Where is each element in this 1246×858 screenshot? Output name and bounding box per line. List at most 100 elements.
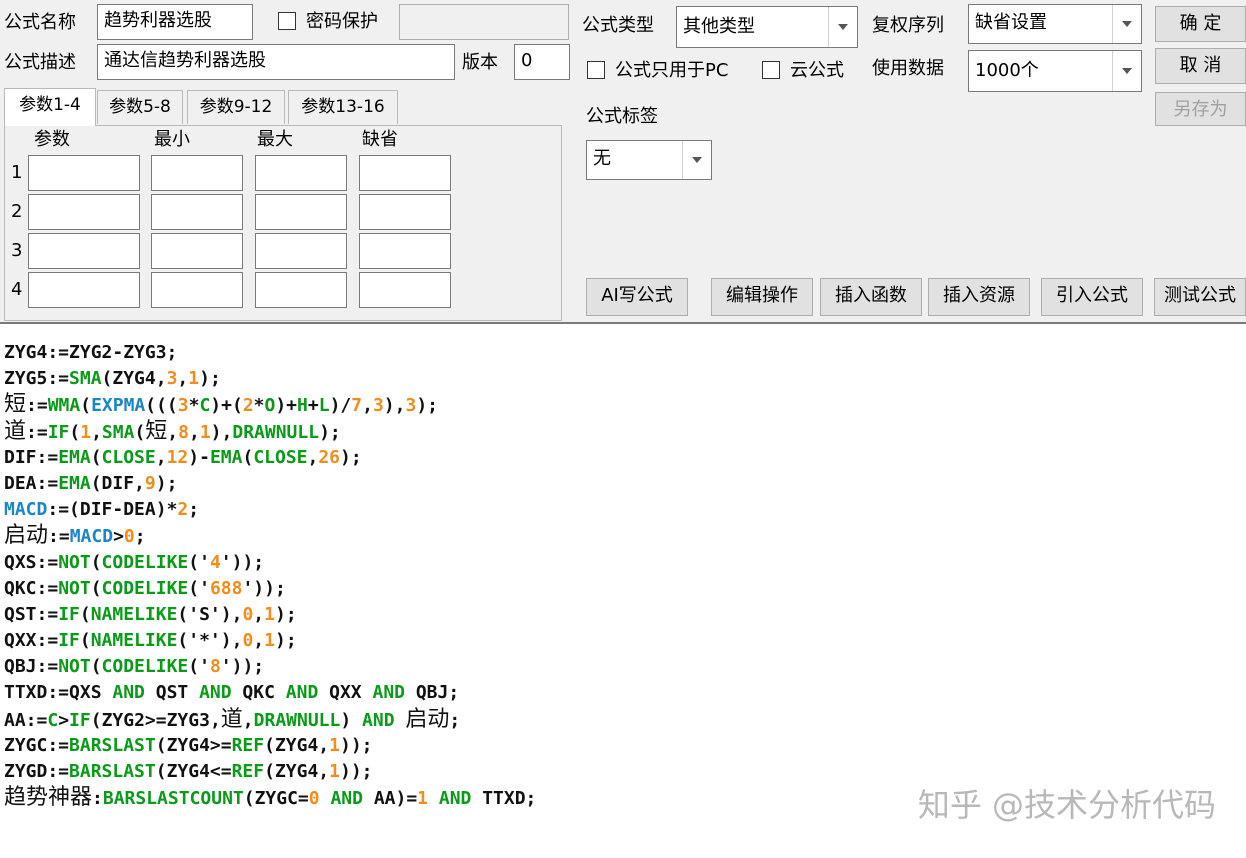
code-token: , <box>253 603 265 625</box>
ai-write-button[interactable]: AI写公式 <box>586 278 688 316</box>
watermark: 知乎 @技术分析代码 <box>917 786 1216 824</box>
param-row-number: 2 <box>11 201 23 222</box>
chevron-down-icon <box>828 7 857 47</box>
formula-name-input[interactable]: 趋势利器选股 <box>97 4 253 40</box>
code-token: > <box>58 709 70 731</box>
param-name-4[interactable] <box>28 272 140 308</box>
param-min-2[interactable] <box>151 194 243 230</box>
code-token: , <box>188 421 200 443</box>
code-token: AND <box>285 682 319 704</box>
code-token: TTXD; <box>471 788 537 810</box>
code-token: 7 <box>351 395 363 417</box>
rights-label: 复权序列 <box>872 15 944 36</box>
code-line: MACD:=(DIF-DEA)*2; <box>4 497 536 523</box>
code-token: SMA <box>69 368 102 390</box>
code-token: 0 <box>242 603 254 625</box>
tab-params-1-4[interactable]: 参数1-4 <box>4 88 96 126</box>
param-max-3[interactable] <box>255 233 347 269</box>
param-max-1[interactable] <box>255 155 347 191</box>
code-token: , <box>253 630 265 652</box>
code-token: (' <box>188 577 210 599</box>
password-checkbox[interactable] <box>278 12 296 30</box>
param-default-2[interactable] <box>359 194 451 230</box>
code-token: 3 <box>166 368 178 390</box>
code-token: IF <box>58 603 80 625</box>
code-token: + <box>307 395 319 417</box>
code-token: * <box>188 395 200 417</box>
param-max-2[interactable] <box>255 194 347 230</box>
password-label: 密码保护 <box>306 11 378 32</box>
code-token: ZYG5:= <box>4 368 70 390</box>
param-min-4[interactable] <box>151 272 243 308</box>
edit-ops-button[interactable]: 编辑操作 <box>711 278 813 316</box>
code-token: AND <box>199 682 232 704</box>
param-default-4[interactable] <box>359 272 451 308</box>
param-default-3[interactable] <box>359 233 451 269</box>
code-token: ')); <box>220 551 265 573</box>
code-editor[interactable]: ZYG4:=ZYG2-ZYG3; ZYG5:=SMA(ZYG4,3,1); 短:=W… <box>0 322 1246 858</box>
version-input[interactable]: 0 <box>514 44 570 80</box>
code-token: QXX:= <box>4 630 59 652</box>
code-token: )+( <box>210 395 243 417</box>
tag-select[interactable]: 无 <box>586 140 712 180</box>
code-token: , <box>155 446 167 468</box>
use-data-select[interactable]: 1000个 <box>968 50 1142 92</box>
code-token: REF <box>231 761 265 782</box>
tab-params-5-8[interactable]: 参数5-8 <box>97 90 183 124</box>
tab-params-9-12[interactable]: 参数9-12 <box>187 90 285 124</box>
code-token: 1 <box>80 421 92 443</box>
code-token: ( <box>79 630 91 652</box>
save-as-button[interactable]: 另存为 <box>1155 92 1246 126</box>
tag-label: 公式标签 <box>586 106 658 127</box>
code-token: ( <box>79 603 91 625</box>
formula-type-select[interactable]: 其他类型 <box>676 6 858 48</box>
chevron-down-icon <box>1112 51 1141 91</box>
test-formula-button[interactable]: 测试公式 <box>1154 278 1246 316</box>
code-line: ZYG4:=ZYG2-ZYG3; <box>4 340 536 366</box>
code-token: DEA:= <box>4 472 59 494</box>
param-min-1[interactable] <box>151 155 243 191</box>
param-min-3[interactable] <box>151 233 243 269</box>
cancel-button[interactable]: 取 消 <box>1155 48 1246 84</box>
code-line: ZYGD:=BARSLAST(ZYG4<=REF(ZYG4,1)); <box>4 759 536 785</box>
cloud-checkbox[interactable] <box>762 61 780 79</box>
ok-button[interactable]: 确 定 <box>1155 6 1246 42</box>
password-input[interactable] <box>399 4 569 40</box>
code-token: MACD <box>4 499 48 521</box>
tab-params-13-16[interactable]: 参数13-16 <box>288 90 398 124</box>
code-token: AND <box>330 788 363 810</box>
code-token: CODELIKE <box>101 656 189 678</box>
code-token: 12 <box>166 446 189 468</box>
formula-desc-input[interactable]: 通达信趋势利器选股 <box>97 44 455 80</box>
code-token: ( <box>90 577 102 599</box>
pc-only-checkbox[interactable] <box>587 61 605 79</box>
code-token: ('S'), <box>177 603 243 625</box>
insert-function-button[interactable]: 插入函数 <box>820 278 922 316</box>
rights-value: 缺省设置 <box>975 12 1047 33</box>
code-token: NOT <box>58 551 91 573</box>
code-token: C <box>199 395 211 417</box>
code-token: 1 <box>188 368 200 390</box>
code-token: EMA <box>209 446 243 468</box>
code-line: DEA:=EMA(DIF,9); <box>4 471 536 497</box>
formula-name-label: 公式名称 <box>4 12 76 33</box>
param-name-1[interactable] <box>28 155 140 191</box>
param-name-3[interactable] <box>28 233 140 269</box>
import-formula-button[interactable]: 引入公式 <box>1041 278 1143 316</box>
code-token: BARSLAST <box>69 734 156 756</box>
code-token: (ZYGC= <box>243 788 309 810</box>
code-token: MACD <box>69 526 114 548</box>
param-name-2[interactable] <box>28 194 140 230</box>
param-max-4[interactable] <box>255 272 347 308</box>
version-label: 版本 <box>462 52 498 73</box>
code-token: )- <box>188 446 210 468</box>
param-col-header: 缺省 <box>362 129 398 150</box>
param-default-1[interactable] <box>359 155 451 191</box>
insert-resource-button[interactable]: 插入资源 <box>928 278 1030 316</box>
code-line: TTXD:=QXS AND QST AND QKC AND QXX AND QB… <box>4 680 536 706</box>
code-token: ); <box>155 472 178 494</box>
rights-select[interactable]: 缺省设置 <box>968 4 1142 44</box>
code-token: 1 <box>329 734 340 756</box>
code-token: CLOSE <box>101 446 156 468</box>
code-token: ); <box>319 421 341 443</box>
